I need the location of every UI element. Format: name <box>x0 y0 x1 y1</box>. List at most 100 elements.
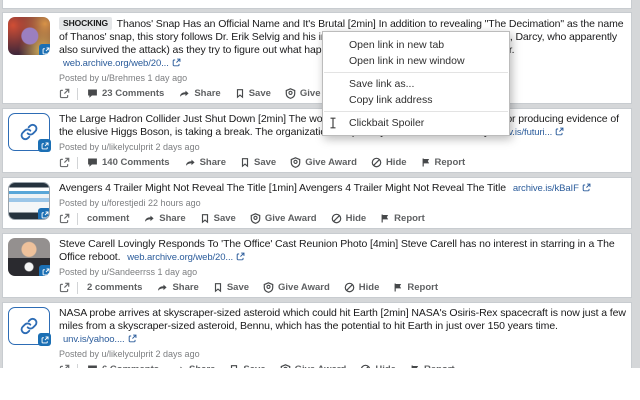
link-chain-icon <box>20 123 38 141</box>
save-button[interactable]: Save <box>213 282 249 293</box>
menu-item-copy-link-address[interactable]: Copy link address <box>323 92 509 108</box>
external-link-badge-icon <box>38 139 51 152</box>
report-button[interactable]: Report <box>421 157 465 168</box>
save-button[interactable]: Save <box>240 157 276 168</box>
menu-item-save-link-as[interactable]: Save link as... <box>323 76 509 92</box>
report-button[interactable]: Report <box>380 213 425 224</box>
bookmark-icon <box>201 214 208 224</box>
hide-icon <box>361 364 371 368</box>
post-thumbnail-thanos[interactable] <box>8 17 50 55</box>
post-meta[interactable]: Posted by u/likelyculprit 2 days ago <box>59 348 627 360</box>
share-icon <box>180 90 189 97</box>
link-chain-icon <box>20 317 38 335</box>
give-award-button[interactable]: Give Award <box>263 282 330 293</box>
post-action-bar: 6 Comments Share Save Give Award Hide Re… <box>59 362 627 368</box>
post-title[interactable]: Avengers 4 Trailer Might Not Reveal The … <box>59 182 627 195</box>
external-link-badge-icon <box>38 208 49 219</box>
post-feed: SHOCKING Thanos' Snap Has an Official Na… <box>0 0 640 368</box>
hide-button[interactable]: Hide <box>331 213 366 224</box>
hide-icon <box>371 157 382 168</box>
divider <box>77 87 78 100</box>
menu-item-open-new-tab[interactable]: Open link in new tab <box>323 37 509 53</box>
external-link-icon <box>128 334 137 343</box>
hide-button[interactable]: Hide <box>360 364 396 368</box>
report-button[interactable]: Report <box>393 282 438 293</box>
bookmark-icon <box>214 283 221 293</box>
share-button[interactable]: Share <box>156 282 199 293</box>
open-original-icon[interactable] <box>59 88 70 99</box>
external-link-badge-icon <box>39 265 50 276</box>
post-outbound-link[interactable]: unv.is/yahoo.... <box>63 334 137 345</box>
post-thumbnail-link[interactable] <box>8 307 51 346</box>
hide-button[interactable]: Hide <box>371 157 407 168</box>
share-button[interactable]: Share <box>173 364 215 368</box>
post-outbound-link[interactable]: archive.is/kBaIF <box>513 183 591 194</box>
external-link-icon <box>172 58 181 67</box>
menu-separator <box>324 72 508 73</box>
flag-icon <box>422 158 429 167</box>
hide-icon <box>331 213 341 224</box>
save-button[interactable]: Save <box>229 364 266 368</box>
ibeam-cursor-icon <box>328 117 338 134</box>
bookmark-icon <box>231 365 238 368</box>
bookmark-icon <box>241 158 249 168</box>
comment-icon <box>88 365 97 368</box>
link-text: web.archive.org/web/20... <box>127 252 234 263</box>
give-award-button[interactable]: Give Award <box>290 157 357 168</box>
post-thumbnail-photo[interactable] <box>8 238 50 276</box>
menu-item-open-new-window[interactable]: Open link in new window <box>323 53 509 69</box>
share-icon <box>185 159 195 166</box>
link-text: web.archive.org/web/20... <box>63 58 169 69</box>
share-icon <box>180 366 183 368</box>
give-award-button[interactable]: Give Award <box>250 213 317 224</box>
post-title-text: NASA probe arrives at skyscraper-sized a… <box>59 307 626 332</box>
share-icon <box>145 215 154 222</box>
open-original-icon[interactable] <box>59 213 70 224</box>
link-text: archive.is/kBaIF <box>512 183 579 194</box>
post-card[interactable]: Steve Carell Lovingly Responds To 'The O… <box>2 233 632 298</box>
award-icon <box>280 364 290 368</box>
save-button[interactable]: Save <box>200 213 236 224</box>
comments-button[interactable]: 140 Comments <box>87 157 170 168</box>
menu-item-clickbait-spoiler[interactable]: Clickbait Spoiler <box>323 115 509 131</box>
divider <box>77 156 78 169</box>
comments-button[interactable]: comment <box>87 213 129 224</box>
post-card[interactable]: Avengers 4 Trailer Might Not Reveal The … <box>2 177 632 229</box>
divider <box>77 212 78 225</box>
context-menu: Open link in new tab Open link in new wi… <box>322 31 510 136</box>
open-original-icon[interactable] <box>59 282 70 293</box>
post-card[interactable]: The Large Hadron Collider Just Shut Down… <box>2 108 632 173</box>
share-button[interactable]: Share <box>143 213 186 224</box>
post-card[interactable]: NASA probe arrives at skyscraper-sized a… <box>2 302 632 368</box>
post-title[interactable]: Steve Carell Lovingly Responds To 'The O… <box>59 238 627 264</box>
post-meta[interactable]: Posted by u/forestjedi 22 hours ago <box>59 197 627 209</box>
comment-icon <box>88 89 97 98</box>
post-card[interactable]: SHOCKING Thanos' Snap Has an Official Na… <box>2 12 632 104</box>
post-title[interactable]: NASA probe arrives at skyscraper-sized a… <box>59 307 627 346</box>
external-link-icon <box>555 127 564 136</box>
external-link-icon <box>236 252 245 261</box>
post-meta[interactable]: Posted by u/Sandeerrss 1 day ago <box>59 266 627 278</box>
post-thumbnail-link[interactable] <box>8 113 51 152</box>
divider <box>77 281 78 294</box>
hide-button[interactable]: Hide <box>344 282 379 293</box>
open-original-icon[interactable] <box>59 364 70 368</box>
comments-button[interactable]: 2 comments <box>87 282 142 293</box>
bookmark-icon <box>236 89 243 99</box>
report-button[interactable]: Report <box>410 364 455 368</box>
open-original-icon[interactable] <box>59 157 70 168</box>
post-outbound-link[interactable]: web.archive.org/web/20... <box>127 252 245 263</box>
share-button[interactable]: Share <box>178 88 221 99</box>
flair-badge: SHOCKING <box>59 17 113 30</box>
save-button[interactable]: Save <box>235 88 271 99</box>
award-icon <box>290 157 301 168</box>
comments-button[interactable]: 6 Comments <box>87 364 159 368</box>
post-thumbnail-screenshot[interactable] <box>8 182 50 220</box>
post-outbound-link[interactable]: web.archive.org/web/20... <box>63 58 181 69</box>
give-award-button[interactable]: Give Award <box>280 364 346 368</box>
flag-icon <box>394 283 402 292</box>
clipped-previous-card <box>2 0 632 9</box>
share-button[interactable]: Share <box>184 157 226 168</box>
comments-button[interactable]: 23 Comments <box>87 88 164 99</box>
post-meta[interactable]: Posted by u/likelyculprit 2 days ago <box>59 141 627 153</box>
